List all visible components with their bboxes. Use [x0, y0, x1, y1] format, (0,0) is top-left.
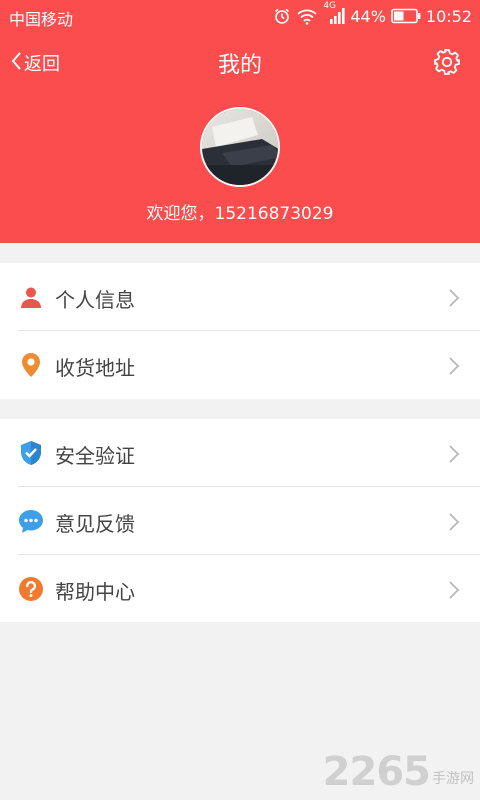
chevron-right-icon [448, 288, 460, 308]
person-icon [18, 284, 44, 310]
avatar[interactable] [200, 107, 280, 187]
location-pin-icon [18, 352, 44, 378]
alarm-icon [273, 7, 291, 25]
battery-percent: 44% [350, 6, 386, 26]
watermark-text: 手游网 [432, 771, 474, 787]
menu-item-label: 安全验证 [55, 444, 135, 468]
welcome-text: 欢迎您，15216873029 [146, 204, 334, 224]
status-indicators: 4G 44% 10:52 [273, 1, 472, 27]
menu-item-shipping-address[interactable]: 收货地址 [0, 331, 480, 399]
question-icon [18, 576, 44, 602]
status-bar: 中国移动 4G 44% 10:52 [0, 0, 480, 32]
menu-item-label: 个人信息 [55, 288, 135, 312]
nav-bar: 返回 我的 [0, 40, 480, 84]
chat-bubble-icon [18, 508, 44, 534]
shield-icon [18, 440, 44, 466]
menu-group-account: 个人信息 收货地址 [0, 263, 480, 399]
menu-item-security-verification[interactable]: 安全验证 [0, 419, 480, 487]
chevron-right-icon [448, 580, 460, 600]
menu-item-label: 收货地址 [55, 356, 135, 380]
signal-icon: 4G [323, 1, 345, 25]
network-type: 4G [323, 1, 337, 11]
carrier-name: 中国移动 [9, 10, 74, 29]
chevron-right-icon [448, 444, 460, 464]
menu-item-feedback[interactable]: 意见反馈 [0, 487, 480, 555]
menu-item-label: 意见反馈 [55, 512, 135, 536]
page-title: 我的 [217, 53, 262, 78]
gear-icon[interactable] [432, 47, 462, 77]
wifi-icon [296, 7, 318, 25]
battery-icon [391, 8, 421, 24]
profile-header: 中国移动 4G 44% 10:52 返回 我的 欢迎您，15216873029 [0, 0, 480, 243]
clock: 10:52 [425, 6, 472, 26]
site-watermark: 2265 手游网 [323, 752, 474, 792]
watermark-number: 2265 [322, 749, 431, 795]
menu-item-help-center[interactable]: 帮助中心 [0, 555, 480, 623]
menu-group-support: 安全验证 意见反馈 帮助中心 [0, 419, 480, 622]
chevron-right-icon [448, 512, 460, 532]
chevron-right-icon [448, 356, 460, 376]
menu-item-label: 帮助中心 [55, 580, 135, 604]
menu-item-personal-info[interactable]: 个人信息 [0, 263, 480, 331]
